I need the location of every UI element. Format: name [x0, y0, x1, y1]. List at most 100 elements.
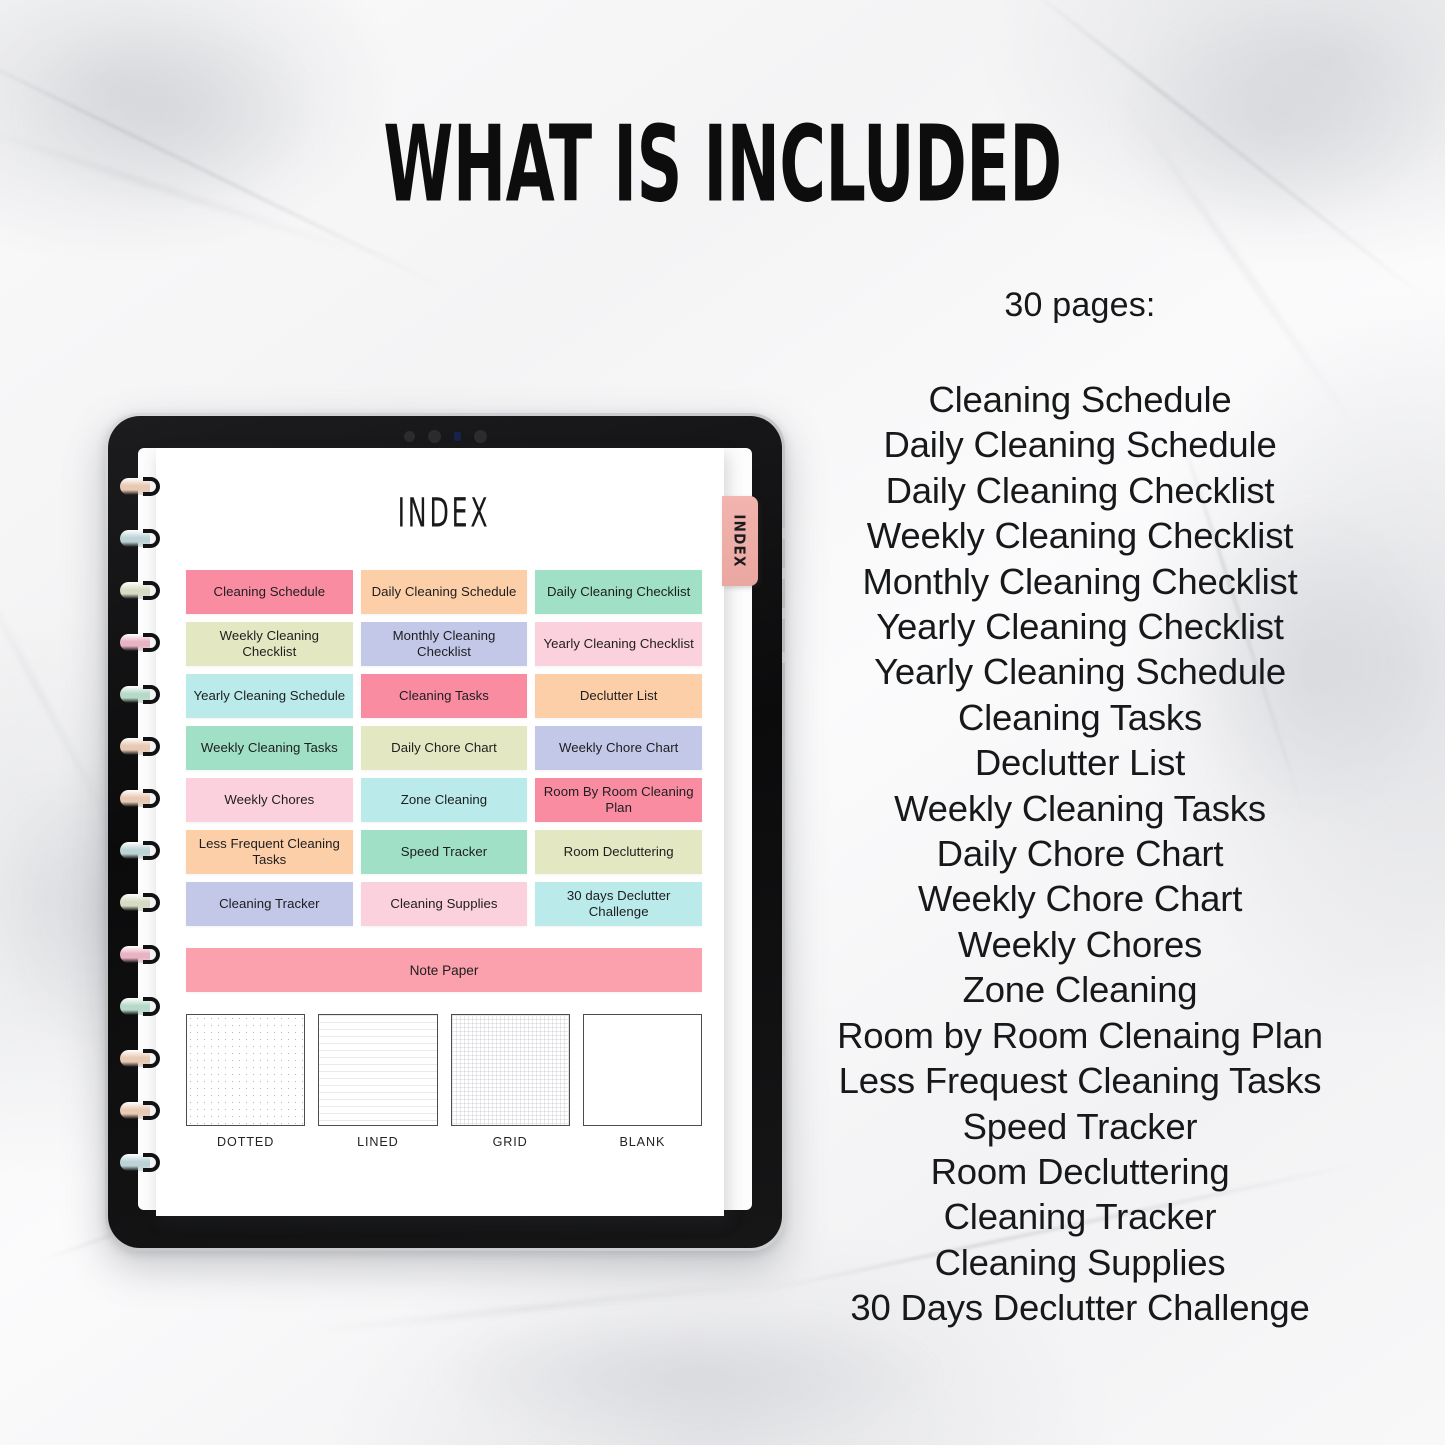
- index-button[interactable]: Cleaning Tasks: [360, 674, 528, 718]
- index-button[interactable]: Room Decluttering: [535, 830, 702, 874]
- index-button-label: Weekly Cleaning Tasks: [200, 740, 338, 755]
- included-list-item: Cleaning Tasks: [957, 696, 1203, 738]
- binding-disc: [120, 685, 160, 704]
- index-button[interactable]: Speed Tracker: [360, 830, 528, 874]
- included-list-item: Cleaning Supplies: [934, 1241, 1226, 1283]
- paper-sample[interactable]: GRID: [450, 1014, 570, 1149]
- tablet-camera-row: [108, 427, 782, 445]
- index-button-label: Daily Chore Chart: [391, 740, 497, 755]
- index-button-label: 30 days Declutter Challenge: [566, 888, 671, 919]
- side-button[interactable]: [782, 608, 785, 619]
- camera-lens-icon: [473, 429, 487, 443]
- paper-sample-preview-dotted: [186, 1014, 306, 1126]
- index-button-label: Zone Cleaning: [400, 792, 488, 807]
- index-button-label: Cleaning Tasks: [399, 688, 489, 703]
- binding-disc: [120, 477, 160, 496]
- side-button[interactable]: [782, 568, 785, 579]
- included-list-item: Weekly Cleaning Tasks: [894, 787, 1266, 829]
- index-button-label: Weekly Chore Chart: [558, 740, 679, 755]
- index-button-label: Daily Cleaning Checklist: [546, 584, 691, 599]
- note-paper-bar[interactable]: Note Paper: [186, 948, 702, 992]
- index-button[interactable]: Cleaning Supplies: [360, 882, 528, 926]
- index-button[interactable]: 30 days Declutter Challenge: [535, 882, 702, 926]
- paper-sample[interactable]: BLANK: [582, 1014, 702, 1149]
- tablet-side-buttons: [782, 416, 785, 1248]
- paper-sample-label: DOTTED: [217, 1135, 275, 1149]
- camera-sensor-icon: [453, 431, 461, 441]
- page-title: WHAT IS INCLUDED: [383, 104, 1062, 226]
- binding-disc: [120, 945, 160, 964]
- included-list-item: Monthly Cleaning Checklist: [862, 560, 1298, 602]
- index-button-label: Yearly Cleaning Checklist: [543, 636, 694, 651]
- binding-disc: [120, 1153, 160, 1172]
- page-content: INDEX Cleaning Schedule Daily Cleaning Sc…: [186, 482, 702, 1196]
- index-button[interactable]: Daily Cleaning Schedule: [360, 570, 528, 614]
- index-button-grid: Cleaning Schedule Daily Cleaning Schedule…: [186, 570, 702, 926]
- index-button-label: Weekly Cleaning Checklist: [219, 628, 320, 659]
- index-button[interactable]: Daily Chore Chart: [360, 726, 528, 770]
- index-button-label: Weekly Chores: [224, 792, 315, 807]
- included-list-item: Daily Chore Chart: [936, 833, 1224, 875]
- index-button[interactable]: Weekly Cleaning Tasks: [186, 726, 353, 770]
- index-button-label: Cleaning Schedule: [213, 584, 326, 599]
- included-list-item: Room Decluttering: [930, 1150, 1230, 1192]
- index-button[interactable]: Weekly Cleaning Checklist: [186, 622, 353, 666]
- tablet-screen[interactable]: INDEX INDEX Cleaning Schedule Daily Clean…: [120, 448, 758, 1216]
- included-list-item: Cleaning Tracker: [943, 1196, 1217, 1238]
- index-button[interactable]: Weekly Chores: [186, 778, 353, 822]
- paper-sample[interactable]: LINED: [318, 1014, 438, 1149]
- included-list-item: Zone Cleaning: [962, 969, 1198, 1011]
- paper-sample-label: LINED: [357, 1135, 399, 1149]
- index-button-label: Room Decluttering: [563, 844, 674, 859]
- included-list-item: Speed Tracker: [962, 1105, 1198, 1147]
- included-list-item: Less Frequest Cleaning Tasks: [838, 1060, 1322, 1102]
- notebook-page: INDEX INDEX Cleaning Schedule Daily Clean…: [120, 448, 758, 1216]
- index-button-label: Cleaning Tracker: [219, 896, 320, 911]
- index-button[interactable]: Weekly Chore Chart: [535, 726, 702, 770]
- index-button[interactable]: Yearly Cleaning Schedule: [186, 674, 353, 718]
- index-button[interactable]: Monthly Cleaning Checklist: [360, 622, 528, 666]
- index-button-label: Daily Cleaning Schedule: [371, 584, 517, 599]
- index-button-label: Less Frequent Cleaning Tasks: [198, 836, 340, 867]
- index-button[interactable]: Room By Room Cleaning Plan: [535, 778, 702, 822]
- index-button-label: Declutter List: [579, 688, 658, 703]
- index-button[interactable]: Declutter List: [535, 674, 702, 718]
- included-panel: 30 pages: Cleaning Schedule Daily Cleanin…: [800, 286, 1360, 1331]
- index-button[interactable]: Cleaning Tracker: [186, 882, 353, 926]
- index-button[interactable]: Zone Cleaning: [360, 778, 528, 822]
- included-list-item: Daily Cleaning Schedule: [883, 424, 1277, 466]
- paper-sample[interactable]: DOTTED: [186, 1014, 306, 1149]
- index-button-label: Room By Room Cleaning Plan: [543, 784, 694, 815]
- index-button[interactable]: Daily Cleaning Checklist: [535, 570, 702, 614]
- included-list-item: 30 Days Declutter Challenge: [850, 1287, 1310, 1329]
- index-tab-label: INDEX: [731, 514, 749, 568]
- index-button-label: Cleaning Supplies: [390, 896, 498, 911]
- binding-disc: [120, 633, 160, 652]
- binding-disc: [120, 737, 160, 756]
- binding-disc: [120, 529, 160, 548]
- included-list-item: Yearly Cleaning Checklist: [876, 606, 1284, 648]
- index-button[interactable]: Cleaning Schedule: [186, 570, 353, 614]
- page-heading: INDEX: [397, 491, 491, 537]
- index-button[interactable]: Less Frequent Cleaning Tasks: [186, 830, 353, 874]
- side-button[interactable]: [782, 652, 785, 663]
- camera-dot-icon: [403, 430, 415, 442]
- pages-count: 30 pages:: [1004, 286, 1156, 324]
- paper-sample-preview-lined: [318, 1014, 438, 1126]
- included-list-item: Declutter List: [974, 742, 1186, 784]
- tablet-bezel: INDEX INDEX Cleaning Schedule Daily Clean…: [108, 416, 785, 1248]
- binding-disc: [120, 997, 160, 1016]
- paper-sample-preview-blank: [582, 1014, 702, 1126]
- camera-lens-icon: [427, 429, 441, 443]
- binding-disc: [120, 1101, 160, 1120]
- side-button[interactable]: [782, 528, 785, 539]
- included-list-item: Daily Cleaning Checklist: [885, 469, 1275, 511]
- included-list-item: Yearly Cleaning Schedule: [874, 651, 1286, 693]
- included-list-item: Weekly Chore Chart: [917, 878, 1243, 920]
- paper-samples: DOTTED LINED GRID BLANK: [186, 1014, 702, 1149]
- index-button-label: Monthly Cleaning Checklist: [392, 628, 496, 659]
- index-tab[interactable]: INDEX: [722, 496, 758, 586]
- index-button[interactable]: Yearly Cleaning Checklist: [535, 622, 702, 666]
- paper-sample-label: GRID: [492, 1135, 528, 1149]
- paper-sample-preview-grid: [450, 1014, 570, 1126]
